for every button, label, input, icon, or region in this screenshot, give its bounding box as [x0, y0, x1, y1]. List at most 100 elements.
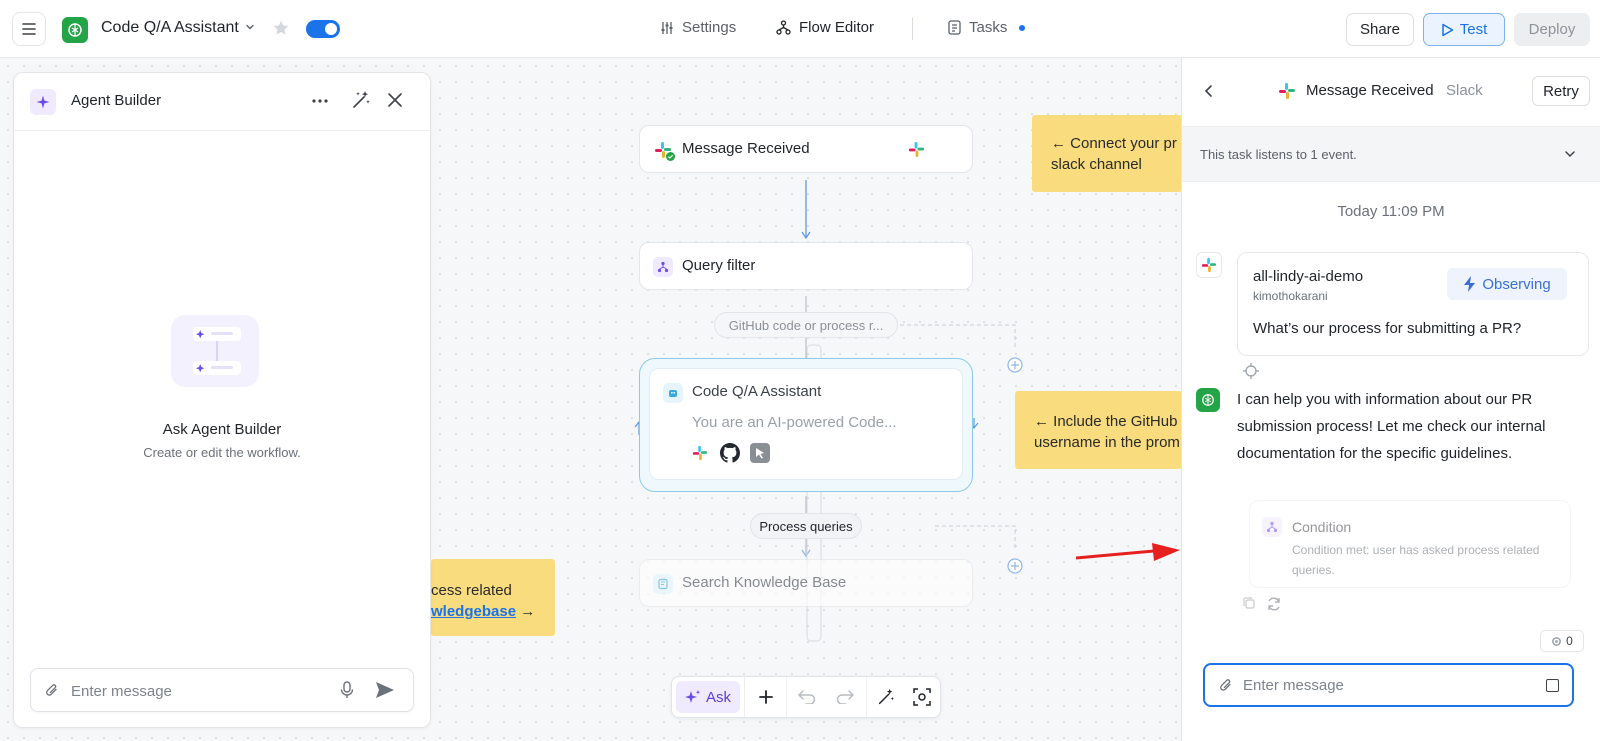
deploy-button[interactable]: Deploy	[1514, 13, 1590, 46]
task-title: Message Received	[1306, 82, 1434, 99]
condition-title: Condition	[1292, 519, 1352, 535]
fit-view-icon	[913, 688, 931, 706]
test-button-label: Test	[1459, 21, 1488, 38]
sticky-note-include-line1: ← Include the GitHub	[1034, 413, 1178, 430]
message-text: What’s our process for submitting a PR?	[1253, 320, 1522, 337]
agent-builder-title: Agent Builder	[71, 92, 162, 109]
check-badge-icon	[666, 152, 675, 161]
event-listener-text: This task listens to 1 event.	[1200, 147, 1357, 162]
redo-icon	[836, 690, 854, 704]
ask-button[interactable]: Ask	[676, 681, 740, 713]
slack-icon	[908, 141, 925, 158]
node-assistant-card[interactable]: Code Q/A Assistant You are an AI-powered…	[649, 368, 963, 480]
agent-empty-subtitle: Create or edit the workflow.	[143, 445, 301, 460]
slack-icon	[1279, 83, 1295, 99]
knowledgebase-arrow: →	[516, 603, 536, 620]
undo-button[interactable]	[790, 681, 824, 713]
agent-message-box	[30, 668, 414, 712]
message-channel: all-lindy-ai-demo	[1253, 268, 1364, 285]
test-button[interactable]: Test	[1423, 13, 1505, 46]
incoming-message-card: all-lindy-ai-demo kimothokarani Observin…	[1237, 252, 1589, 356]
sparkle-icon	[684, 690, 701, 703]
credits-counter: 0	[1540, 630, 1584, 652]
redo-button[interactable]	[828, 681, 862, 713]
github-icon	[720, 443, 740, 463]
slack-avatar	[1196, 252, 1222, 278]
node-message-received[interactable]: Message Received	[639, 125, 973, 173]
chevron-down-icon[interactable]	[1563, 147, 1577, 161]
magic-wand-icon[interactable]	[350, 89, 372, 111]
node-assistant-desc: You are an AI-powered Code...	[692, 414, 897, 431]
knowledgebase-link[interactable]: wledgebase	[431, 603, 516, 620]
magic-wand-icon	[878, 688, 894, 705]
auto-arrange-button[interactable]	[869, 681, 903, 713]
condition-step-card[interactable]: Condition Condition met: user has asked …	[1249, 500, 1571, 588]
sparkle-icon	[36, 95, 50, 109]
play-icon	[1441, 23, 1453, 36]
cursor-icon	[750, 443, 770, 463]
node-query-filter[interactable]: Query filter	[639, 242, 973, 290]
task-subtitle: Slack	[1446, 82, 1483, 99]
paperclip-icon[interactable]	[1219, 677, 1233, 693]
agent-message-input[interactable]	[71, 679, 321, 703]
more-icon[interactable]	[310, 91, 330, 111]
node-search-knowledge-base[interactable]: Search Knowledge Base	[639, 559, 973, 607]
agent-builder-panel: Agent Builder Ask Agent Builder Create o…	[13, 72, 431, 728]
condition-pill-process[interactable]: Process queries	[750, 513, 862, 539]
brain-icon	[1202, 394, 1214, 406]
knowledge-base-icon	[653, 574, 673, 594]
canvas-toolbar: Ask	[671, 676, 941, 718]
assistant-avatar	[1196, 388, 1220, 412]
credits-value: 0	[1566, 634, 1573, 648]
branch-icon	[653, 257, 673, 277]
sticky-note-connect-line2: slack channel	[1051, 156, 1142, 173]
sticky-note-include[interactable]: ← Include the GitHub username in the pro…	[1015, 391, 1182, 469]
sticky-note-knowledge[interactable]: cess related wledgebase →	[431, 559, 555, 636]
assistant-reply: I can help you with information about ou…	[1237, 391, 1546, 462]
condition-description: Condition met: user has asked process re…	[1292, 543, 1540, 577]
event-listener-summary[interactable]: This task listens to 1 event.	[1182, 126, 1600, 182]
send-icon[interactable]	[375, 681, 395, 699]
copy-icon[interactable]	[1242, 596, 1256, 610]
node-assistant-title: Code Q/A Assistant	[692, 383, 822, 400]
condition-pill-github[interactable]: GitHub code or process r...	[714, 312, 898, 338]
slack-icon	[692, 445, 708, 461]
sticky-note-connect-line1: ← Connect your pr	[1051, 135, 1177, 152]
share-button[interactable]: Share	[1346, 13, 1414, 46]
crosshair-icon[interactable]	[1242, 362, 1260, 380]
stop-icon[interactable]	[1546, 679, 1559, 692]
lightning-icon	[1464, 276, 1476, 292]
add-node-button[interactable]	[749, 681, 783, 713]
slack-icon	[1201, 257, 1217, 273]
agent-empty-title: Ask Agent Builder	[162, 421, 282, 438]
workflow-illustration-icon	[171, 315, 259, 387]
toolbar-divider	[786, 677, 787, 717]
node-message-received-label: Message Received	[682, 140, 810, 157]
chevron-left-icon[interactable]	[1202, 84, 1216, 98]
paperclip-icon[interactable]	[45, 682, 59, 698]
annotation-arrow-icon	[1076, 543, 1180, 561]
refresh-icon[interactable]	[1266, 596, 1282, 612]
sticky-note-include-line2: username in the prom	[1034, 434, 1180, 451]
node-search-knowledge-base-label: Search Knowledge Base	[682, 574, 847, 591]
close-icon[interactable]	[384, 89, 406, 111]
assistant-icon	[663, 383, 683, 403]
retry-button[interactable]: Retry	[1532, 76, 1590, 106]
sparkle-badge	[30, 89, 56, 115]
microphone-icon[interactable]	[339, 681, 355, 699]
gear-icon	[1552, 636, 1562, 646]
task-panel: Message Received Slack Retry This task l…	[1181, 58, 1600, 741]
message-timestamp: Today 11:09 PM	[1337, 203, 1445, 220]
node-assistant-group[interactable]: Code Q/A Assistant You are an AI-powered…	[639, 358, 973, 492]
observing-status-badge[interactable]: Observing	[1447, 268, 1567, 300]
agent-builder-header: Agent Builder	[14, 73, 430, 131]
task-message-box	[1203, 663, 1574, 707]
fit-view-button[interactable]	[905, 681, 939, 713]
sticky-note-connect[interactable]: ← Connect your pr slack channel	[1032, 115, 1182, 192]
toolbar-divider	[744, 677, 745, 717]
branch-icon	[1262, 517, 1282, 537]
sticky-note-knowledge-line1: cess related	[431, 582, 512, 599]
ask-button-label: Ask	[705, 688, 731, 706]
task-message-input[interactable]	[1243, 673, 1523, 697]
node-query-filter-label: Query filter	[682, 257, 756, 274]
